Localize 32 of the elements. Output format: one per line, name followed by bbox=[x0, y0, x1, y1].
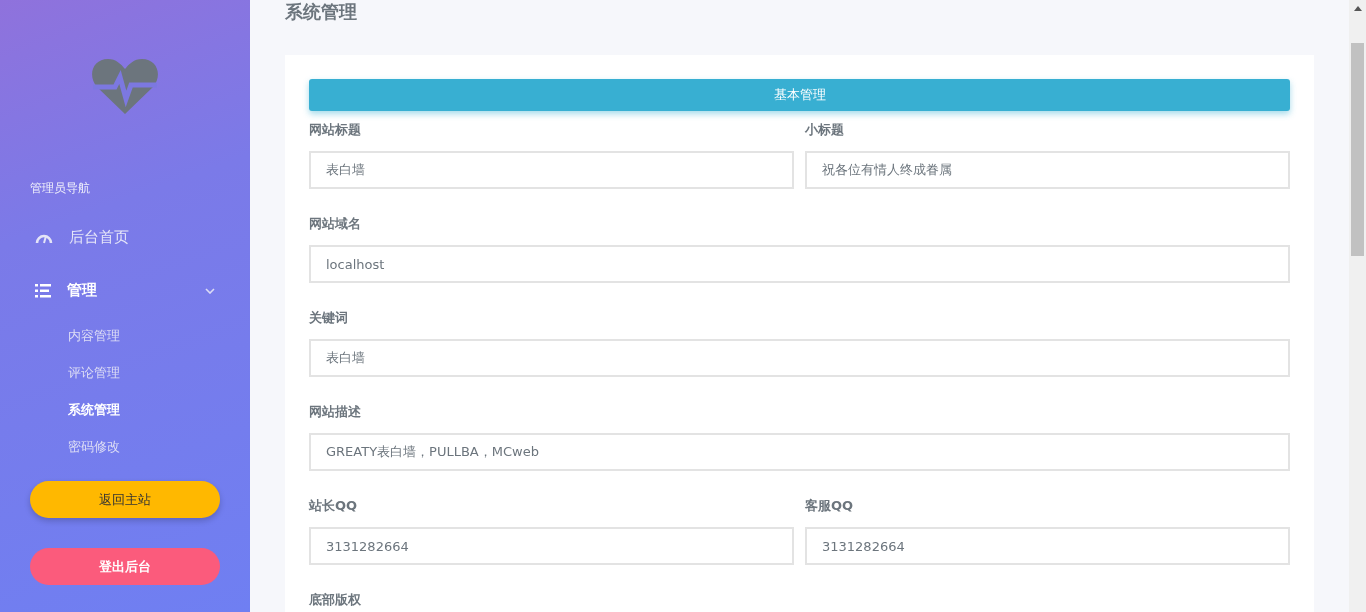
nav-heading: 管理员导航 bbox=[30, 180, 91, 197]
submenu-item[interactable]: 内容管理 bbox=[30, 317, 220, 354]
field-label: 客服QQ bbox=[805, 497, 855, 515]
input-field[interactable]: 3131282664 bbox=[309, 527, 794, 565]
field-label: 站长QQ bbox=[309, 497, 359, 515]
field-label: 小标题 bbox=[805, 121, 845, 139]
heart-pulse-icon bbox=[91, 57, 159, 115]
scrollbar-thumb[interactable] bbox=[1351, 43, 1364, 256]
input-field[interactable]: 3131282664 bbox=[805, 527, 1290, 565]
scroll-up-icon[interactable] bbox=[1353, 6, 1362, 11]
field-label: 关键词 bbox=[309, 309, 349, 327]
input-field[interactable]: 表白墙 bbox=[309, 339, 1290, 377]
field-label: 网站描述 bbox=[309, 403, 362, 421]
home-button[interactable]: 返回主站 bbox=[30, 481, 220, 518]
field-label: 网站标题 bbox=[309, 121, 362, 139]
submenu-item[interactable]: 密码修改 bbox=[30, 428, 220, 465]
nav-item[interactable]: 管理 bbox=[30, 264, 220, 317]
list-icon bbox=[35, 283, 51, 298]
field-label: 网站域名 bbox=[309, 215, 362, 233]
scrollbar[interactable] bbox=[1349, 0, 1366, 612]
field-label: 底部版权 bbox=[309, 591, 362, 609]
submenu-item[interactable]: 系统管理 bbox=[30, 391, 220, 428]
chevron-icon bbox=[205, 287, 215, 294]
page-title: 系统管理 bbox=[285, 0, 358, 24]
submenu-item[interactable]: 评论管理 bbox=[30, 354, 220, 391]
logout-button[interactable]: 登出后台 bbox=[30, 548, 220, 585]
nav-item[interactable]: 后台首页 bbox=[30, 211, 220, 264]
input-field[interactable]: 祝各位有情人终成眷属 bbox=[805, 151, 1290, 189]
input-field[interactable]: localhost bbox=[309, 245, 1290, 283]
input-field[interactable]: 表白墙 bbox=[309, 151, 794, 189]
input-field[interactable]: GREATY表白墙，PULLBA，MCweb bbox=[309, 433, 1290, 471]
section-header: 基本管理 bbox=[309, 79, 1290, 111]
